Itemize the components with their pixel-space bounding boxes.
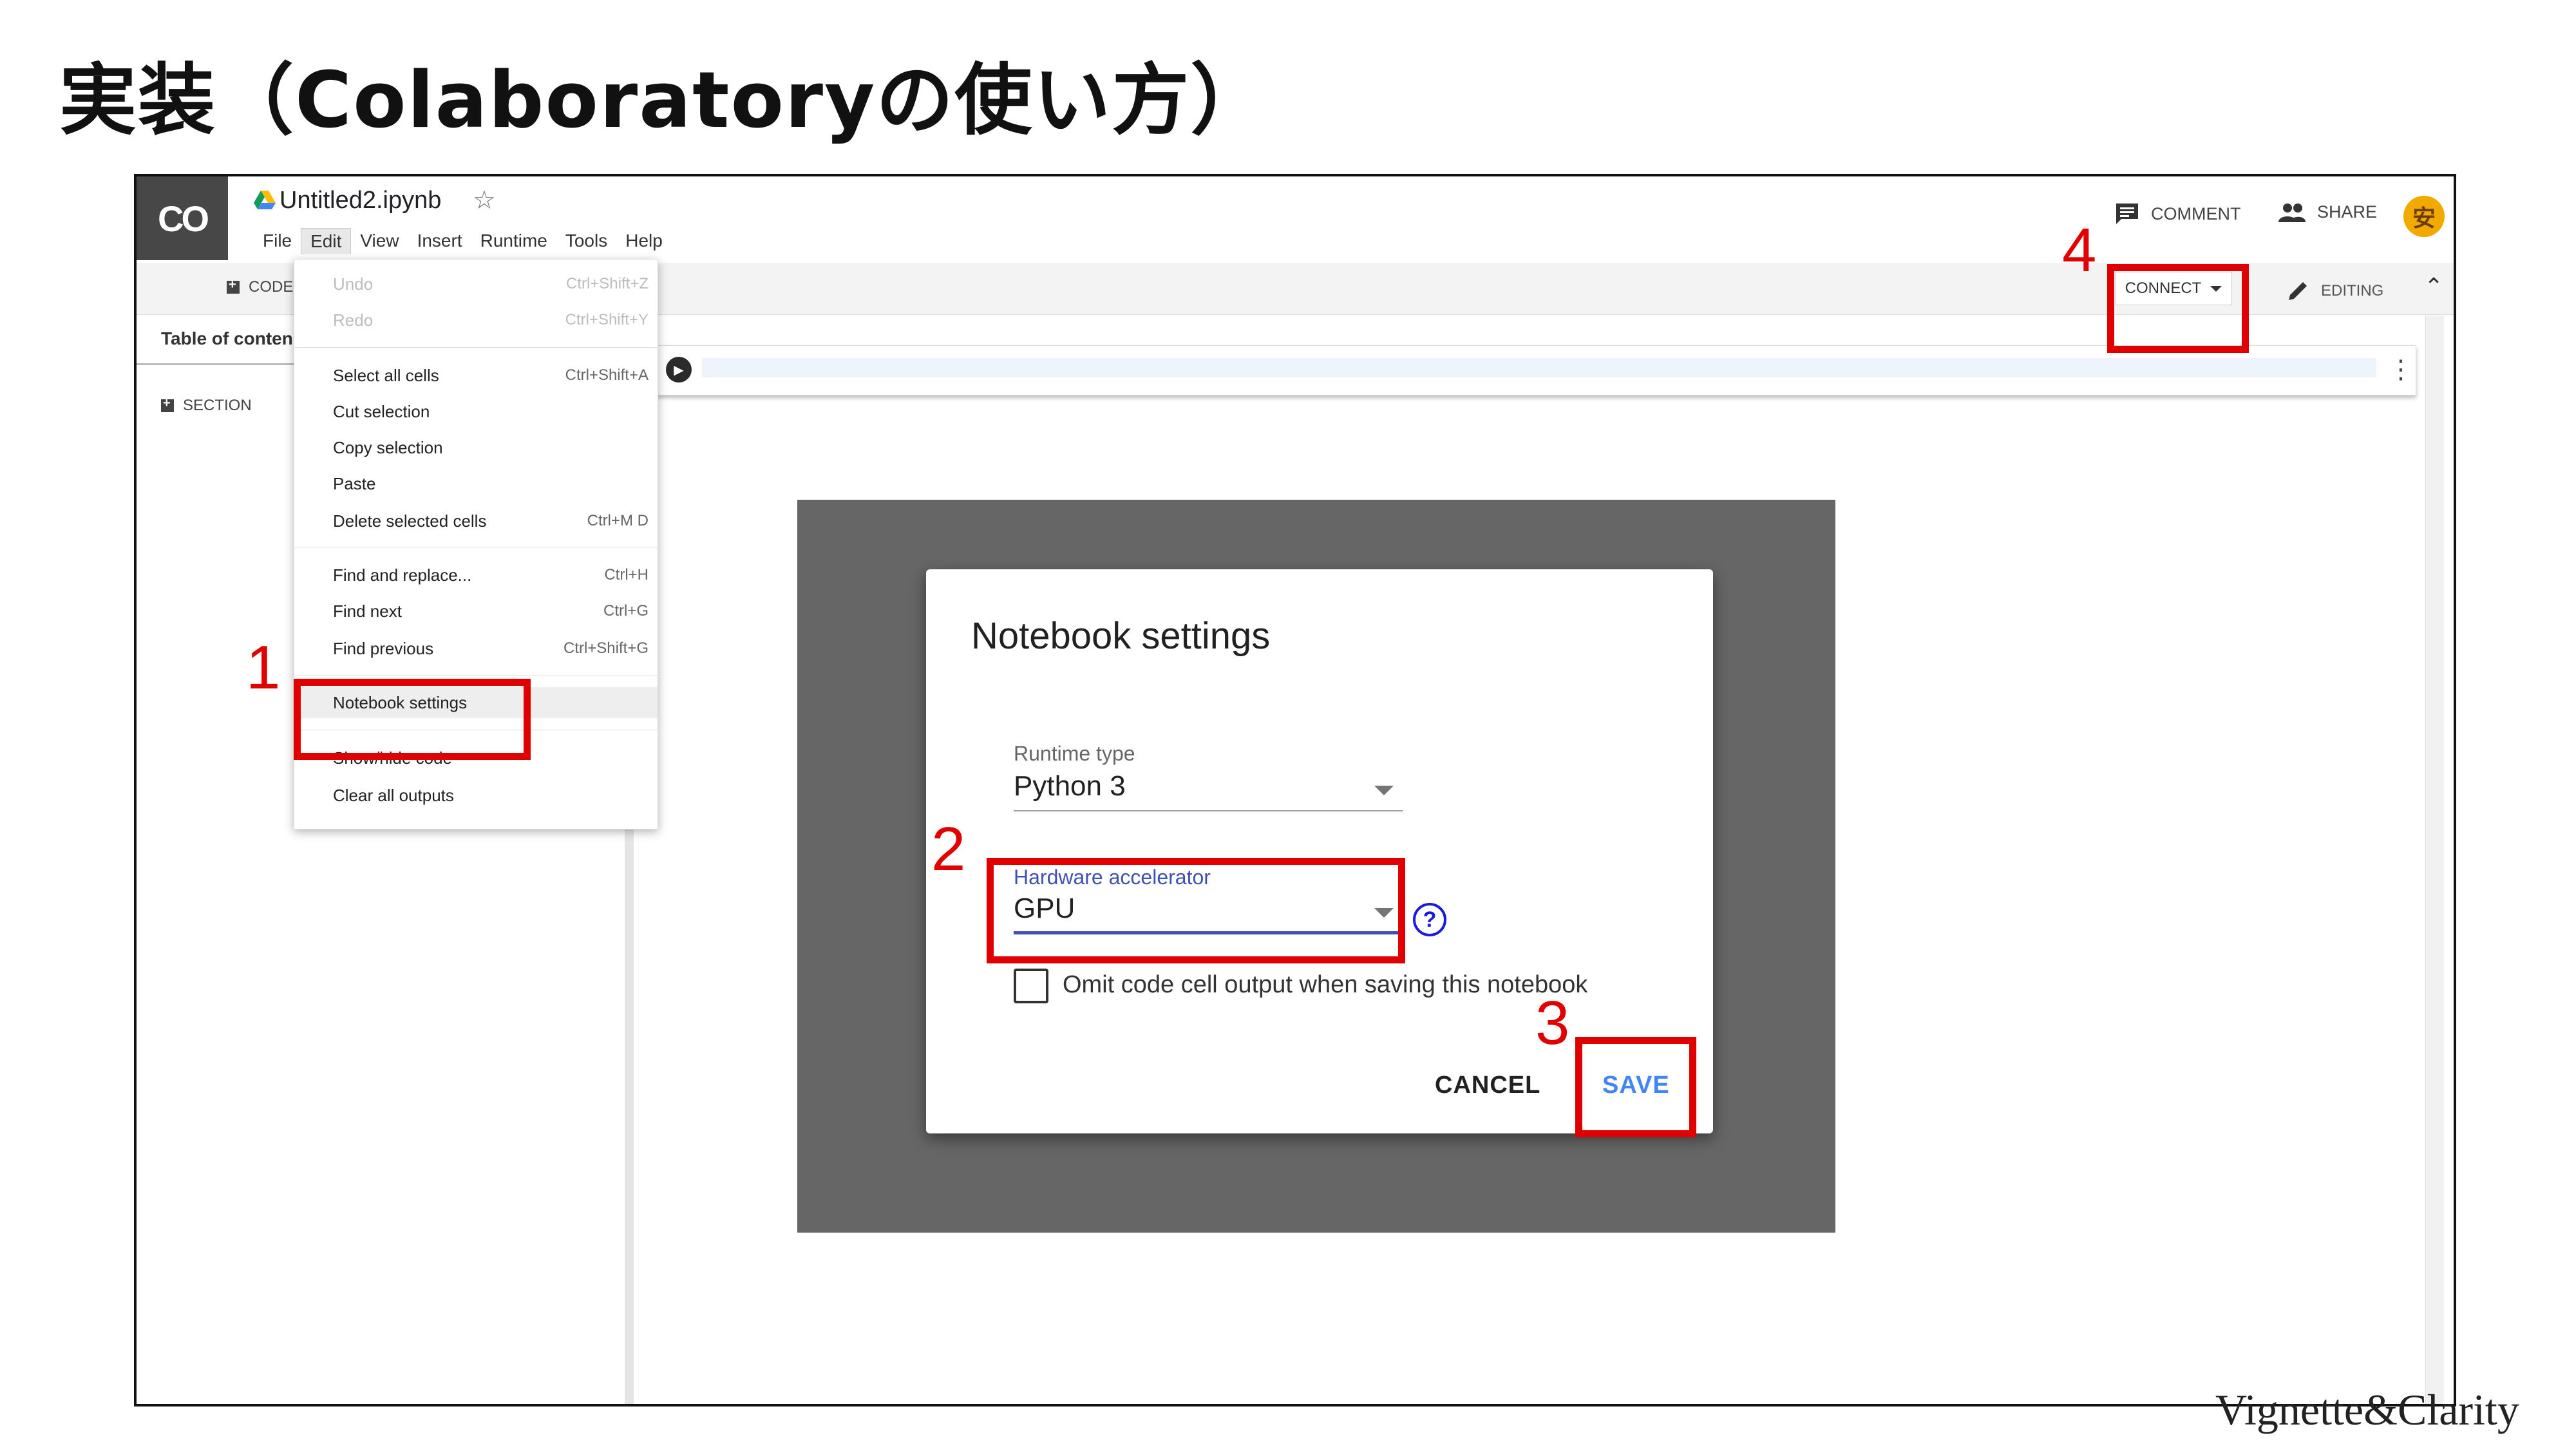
annotation-step-1: 1: [246, 633, 281, 702]
help-circle-icon[interactable]: ?: [1413, 903, 1446, 936]
add-code-icon: [227, 278, 240, 294]
menu-item-undo: Undo Ctrl+Shift+Z: [333, 274, 649, 294]
menu-insert[interactable]: Insert: [408, 228, 471, 254]
runtime-type-label: Runtime type: [1014, 742, 1135, 765]
add-code-label: CODE: [249, 278, 294, 296]
cancel-button[interactable]: CANCEL: [1435, 1072, 1540, 1099]
comment-label: COMMENT: [2151, 204, 2241, 223]
annotation-step-4: 4: [2062, 216, 2097, 285]
menu-item-delete-selected-cells[interactable]: Delete selected cells Ctrl+M D: [294, 506, 658, 536]
runtime-type-underline: [1014, 810, 1403, 811]
menu-item-find-next[interactable]: Find next Ctrl+G: [294, 596, 658, 627]
add-section-icon: [161, 396, 174, 412]
annotation-step-3: 3: [1535, 989, 1570, 1057]
section-label: SECTION: [183, 397, 252, 414]
more-vert-icon[interactable]: ⋮: [2388, 357, 2414, 383]
menu-tools[interactable]: Tools: [556, 228, 616, 254]
annotation-box-step-1: [294, 679, 531, 760]
sidebar-tab-underline: [137, 363, 304, 365]
menu-item-copy-selection[interactable]: Copy selection: [294, 432, 658, 463]
drive-icon: [254, 191, 276, 209]
dialog-title: Notebook settings: [971, 615, 1271, 657]
people-icon: [2278, 203, 2306, 222]
slide-title: 実装（Colaboratoryの使い方）: [59, 56, 1269, 146]
chevron-up-icon[interactable]: ⌃: [2424, 273, 2443, 300]
play-icon[interactable]: ▶: [666, 357, 692, 383]
share-button[interactable]: SHARE: [2278, 202, 2377, 222]
footer-brand: Vignette&Clarity: [2215, 1385, 2519, 1434]
editing-mode-button[interactable]: EDITING: [2286, 279, 2383, 303]
omit-output-label: Omit code cell output when saving this n…: [1063, 971, 1588, 998]
notebook-scrollbar[interactable]: [2425, 316, 2444, 1404]
share-label: SHARE: [2317, 202, 2378, 222]
menu-help[interactable]: Help: [616, 228, 672, 254]
runtime-type-select[interactable]: Python 3: [1014, 770, 1126, 802]
notebook-file-name[interactable]: Untitled2.ipynb: [279, 187, 441, 214]
menu-item-find-and-replace[interactable]: Find and replace... Ctrl+H: [294, 560, 658, 591]
add-code-cell-button[interactable]: CODE: [227, 278, 293, 296]
menu-edit[interactable]: Edit: [301, 228, 352, 254]
editing-label: EDITING: [2321, 282, 2384, 299]
comment-icon: [2116, 204, 2138, 224]
omit-output-checkbox[interactable]: [1014, 969, 1048, 1003]
menu-item-clear-all-outputs[interactable]: Clear all outputs: [294, 780, 658, 811]
comment-button[interactable]: COMMENT: [2115, 202, 2240, 225]
avatar[interactable]: 安: [2403, 196, 2445, 237]
code-cell-input[interactable]: [702, 358, 2376, 377]
sidebar-tab-table-of-contents[interactable]: Table of conten: [161, 328, 293, 349]
menu-item-select-all-cells[interactable]: Select all cells Ctrl+Shift+A: [294, 360, 658, 391]
menu-item-paste[interactable]: Paste: [294, 468, 658, 499]
add-section-button[interactable]: SECTION: [161, 396, 252, 415]
star-icon[interactable]: ☆: [473, 185, 496, 215]
annotation-step-2: 2: [931, 815, 966, 884]
menu-file[interactable]: File: [254, 228, 301, 254]
annotation-box-step-4: [2107, 264, 2249, 353]
menu-item-find-previous[interactable]: Find previous Ctrl+Shift+G: [294, 633, 658, 664]
menu-item-cut-selection[interactable]: Cut selection: [294, 396, 658, 427]
pencil-icon: [2289, 282, 2307, 300]
menu-item-redo: Redo Ctrl+Shift+Y: [333, 310, 649, 330]
colab-logo-text: CO: [158, 198, 209, 239]
menu-divider: [294, 347, 658, 348]
menu-runtime[interactable]: Runtime: [471, 228, 556, 254]
annotation-box-step-2: [987, 858, 1405, 963]
annotation-box-step-3: [1575, 1037, 1696, 1137]
menu-bar: File Edit View Insert Runtime Tools Help: [254, 228, 672, 254]
chevron-down-icon[interactable]: [1374, 786, 1394, 795]
menu-view[interactable]: View: [351, 228, 408, 254]
colab-screenshot: CO Untitled2.ipynb ☆ File Edit View Inse…: [134, 174, 2456, 1406]
colab-logo[interactable]: CO: [137, 176, 228, 260]
